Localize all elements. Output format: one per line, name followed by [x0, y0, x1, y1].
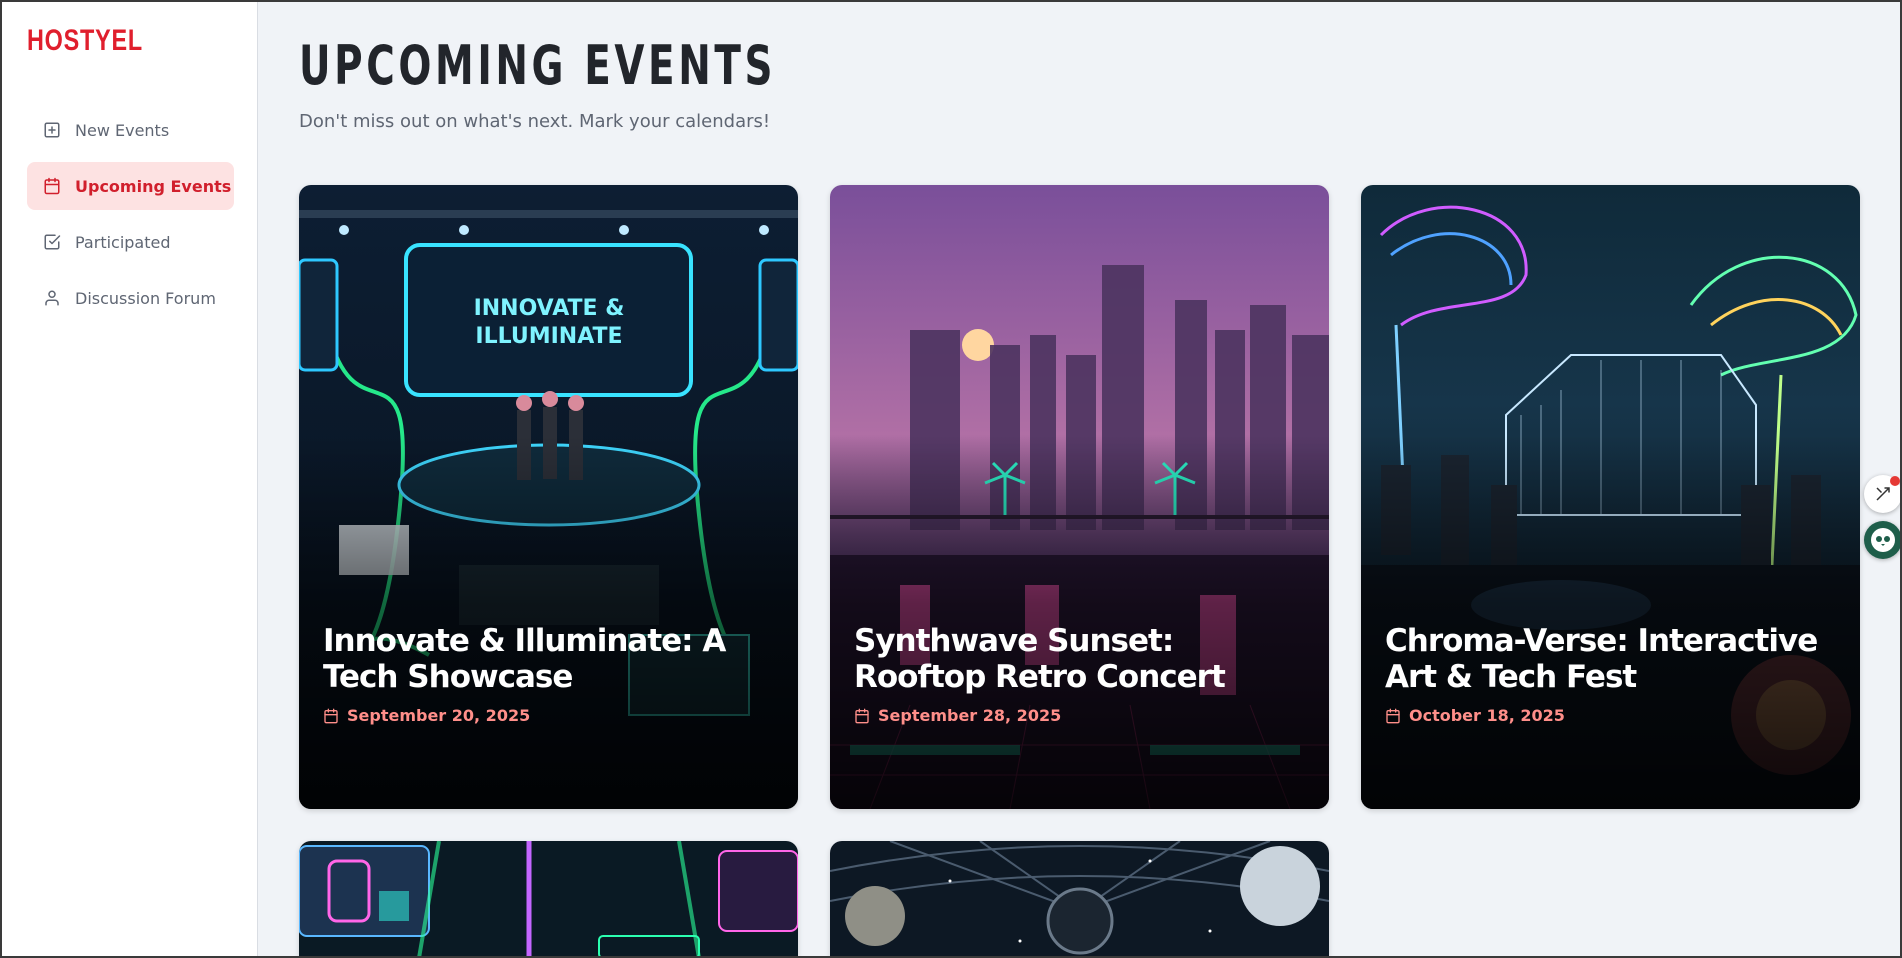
notification-dot [1890, 476, 1900, 486]
event-date: September 28, 2025 [854, 706, 1061, 725]
event-card[interactable]: Synthwave Sunset: Rooftop Retro Concert … [830, 185, 1329, 809]
page-title: UPCOMING EVENTS [299, 34, 777, 97]
sidebar-item-label: Upcoming Events [75, 176, 232, 196]
event-title: Synthwave Sunset: Rooftop Retro Concert [854, 623, 1226, 695]
event-image [299, 841, 798, 958]
page-subtitle: Don't miss out on what's next. Mark your… [299, 111, 771, 132]
app-logo[interactable]: HOSTYEL [27, 24, 143, 58]
sidebar: HOSTYEL New Events Upcoming Events Parti… [0, 0, 258, 958]
svg-text:ILLUMINATE: ILLUMINATE [475, 324, 622, 349]
svg-text:INNOVATE &: INNOVATE & [474, 296, 625, 321]
sidebar-item-label: Discussion Forum [75, 288, 216, 308]
calendar-icon [1385, 708, 1401, 724]
sidebar-item-label: New Events [75, 120, 170, 140]
event-title: Innovate & Illuminate: A Tech Showcase [323, 623, 726, 695]
extension-button[interactable] [1864, 475, 1902, 513]
event-date-text: September 20, 2025 [347, 706, 531, 725]
tools-icon [1876, 487, 1890, 501]
image-overlay [830, 434, 1329, 809]
calendar-icon [43, 177, 61, 195]
event-date-text: October 18, 2025 [1409, 706, 1565, 725]
plus-square-icon [43, 121, 61, 139]
calendar-icon [323, 708, 339, 724]
image-overlay [1361, 434, 1860, 809]
sidebar-item-participated[interactable]: Participated [27, 218, 234, 266]
event-card[interactable] [830, 841, 1329, 958]
sidebar-item-discussion-forum[interactable]: Discussion Forum [27, 274, 234, 322]
event-title: Chroma-Verse: Interactive Art & Tech Fes… [1385, 623, 1818, 695]
event-date-text: September 28, 2025 [878, 706, 1062, 725]
owl-icon [1871, 528, 1895, 552]
event-card[interactable]: INNOVATE & ILLUMINATE Innovate & Illumin… [299, 185, 798, 809]
sidebar-item-upcoming-events[interactable]: Upcoming Events [27, 162, 234, 210]
event-card[interactable]: Chroma-Verse: Interactive Art & Tech Fes… [1361, 185, 1860, 809]
event-image [830, 841, 1329, 958]
user-icon [43, 289, 61, 307]
event-date: October 18, 2025 [1385, 706, 1565, 725]
sidebar-nav: New Events Upcoming Events Participated … [27, 106, 234, 330]
sidebar-item-label: Participated [75, 232, 171, 252]
event-date: September 20, 2025 [323, 706, 530, 725]
event-card[interactable] [299, 841, 798, 958]
owl-assistant-button[interactable] [1864, 521, 1902, 559]
image-overlay [299, 434, 798, 809]
calendar-icon [854, 708, 870, 724]
main-content: UPCOMING EVENTS Don't miss out on what's… [259, 0, 1902, 958]
sidebar-item-new-events[interactable]: New Events [27, 106, 234, 154]
check-square-icon [43, 233, 61, 251]
